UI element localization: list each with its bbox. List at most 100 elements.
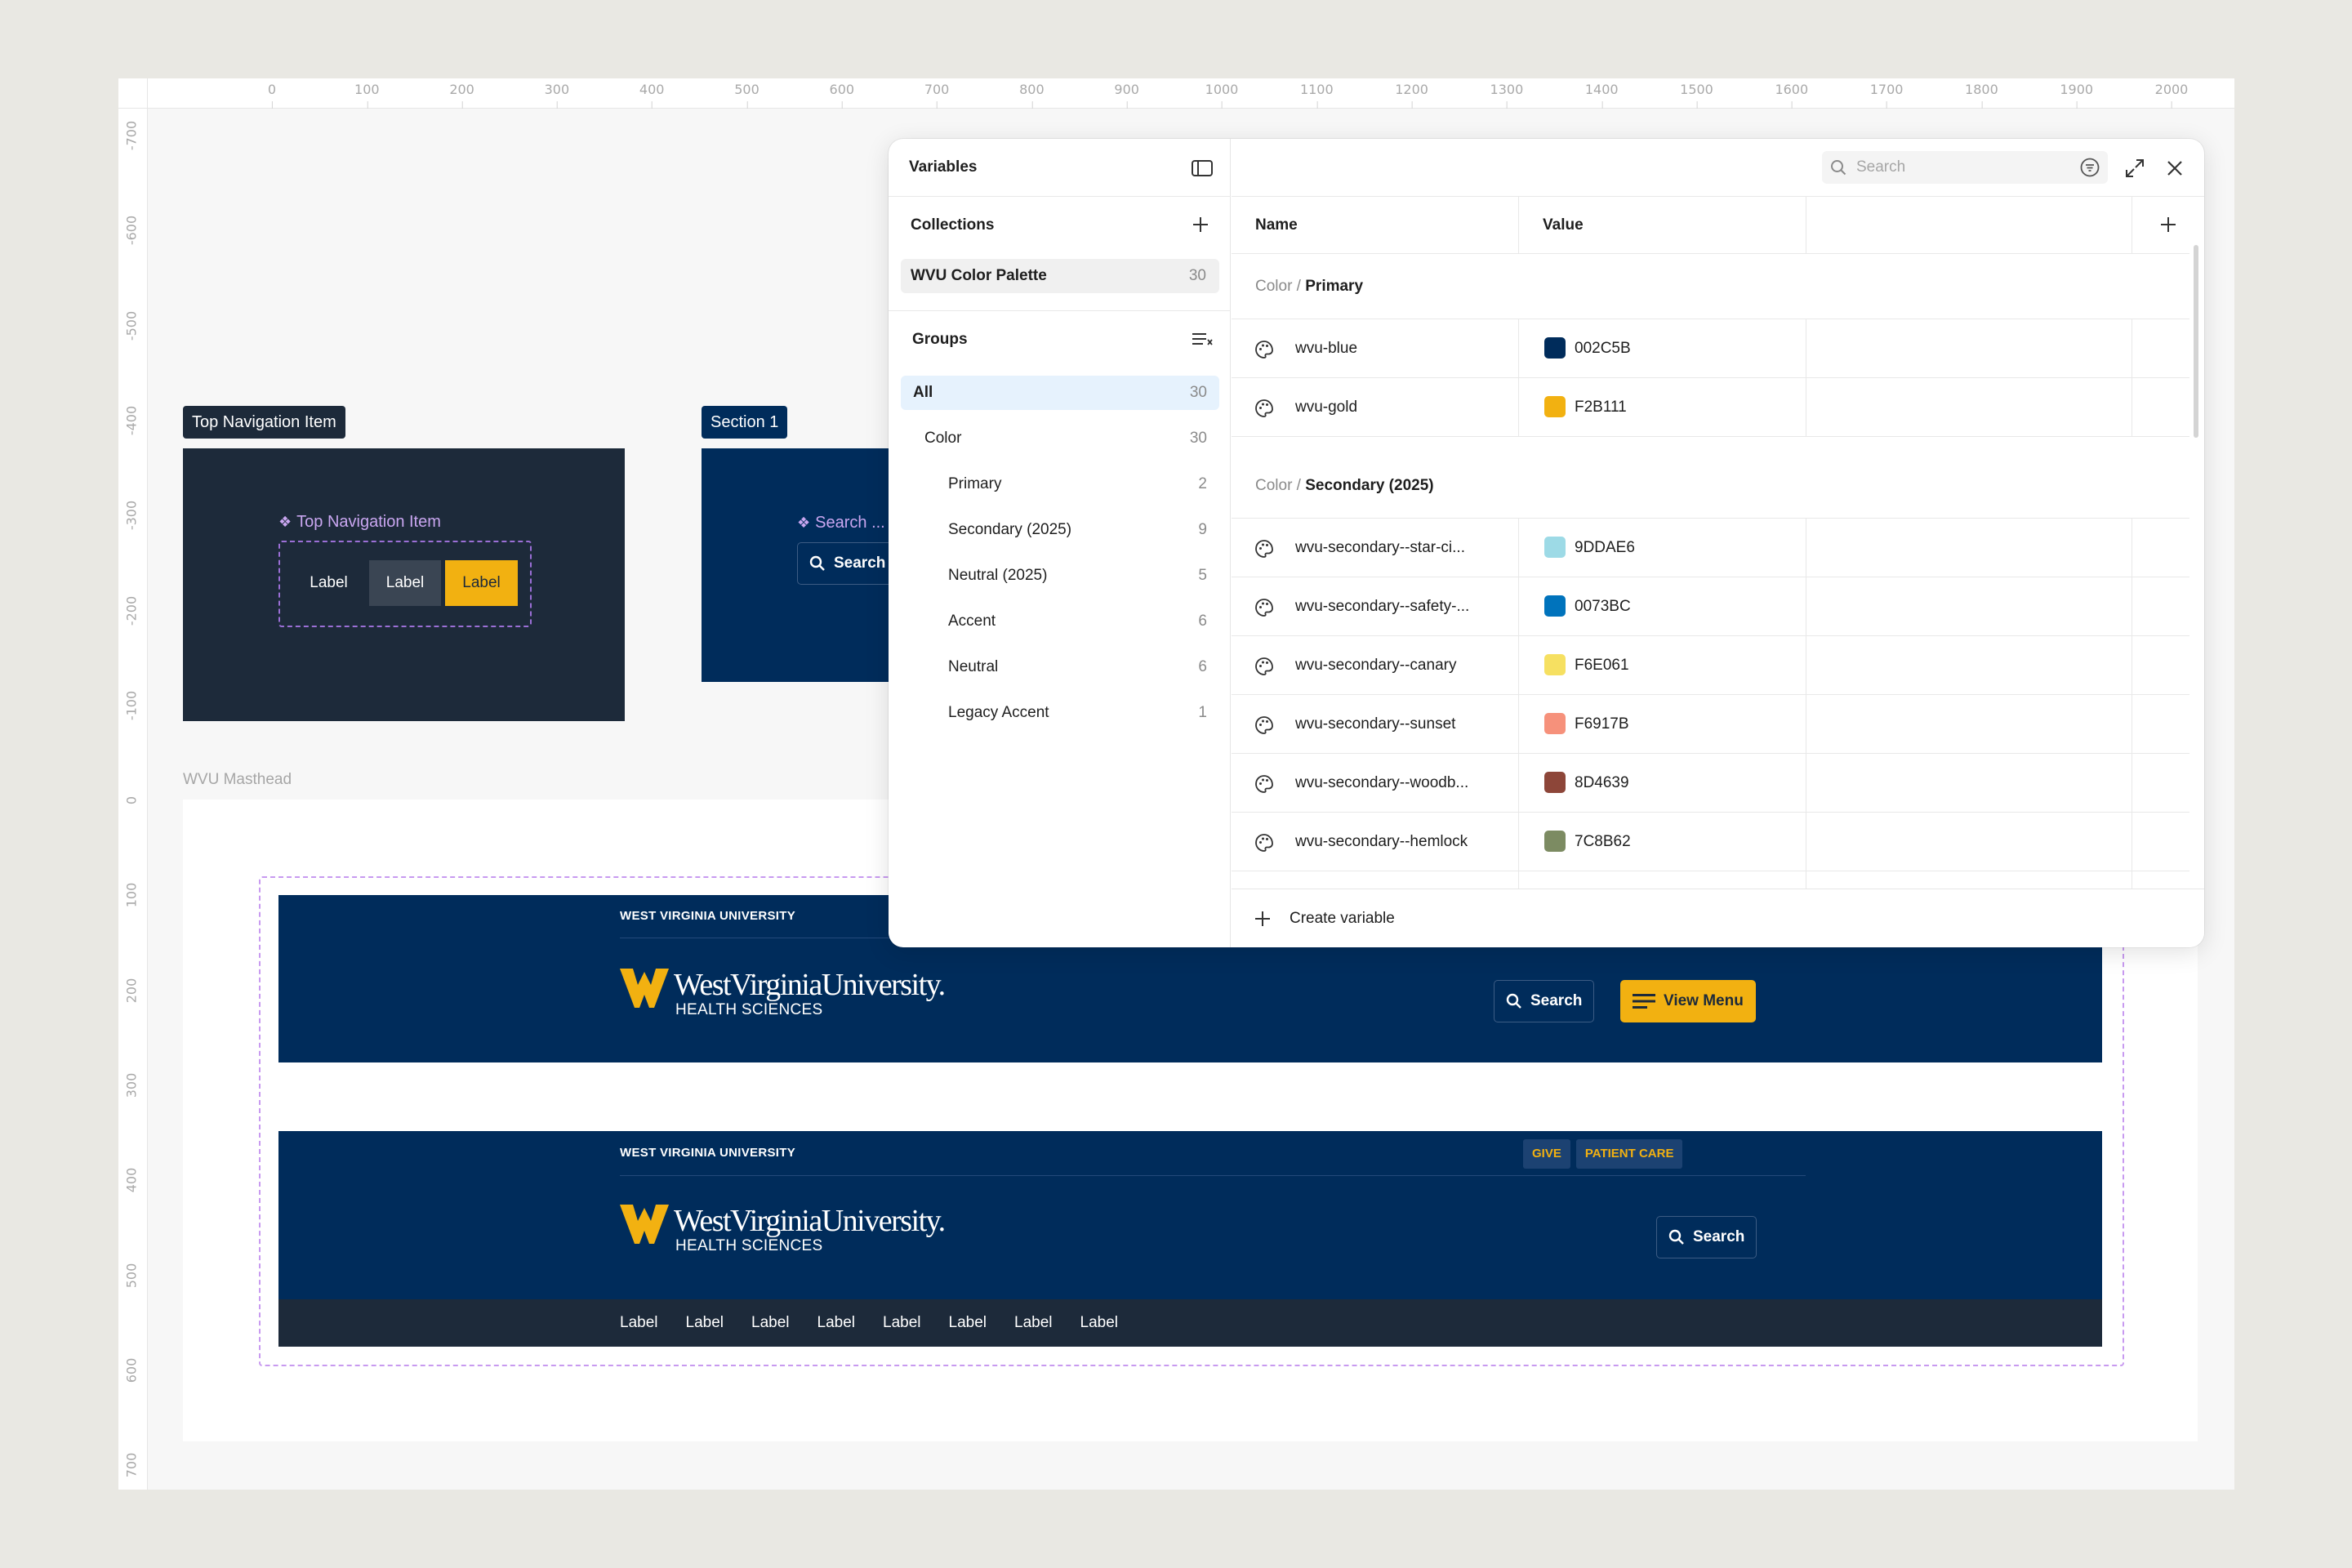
variable-row[interactable]: wvu-secondary--hemlock 7C8B62 (1232, 813, 2204, 871)
ruler-tick-label: 1100 (1300, 78, 1334, 109)
nav-link[interactable]: Label (686, 1314, 724, 1332)
variable-value[interactable]: 002C5B (1575, 319, 1631, 378)
logo-wordmark: WestVirginiaUniversity. (674, 1204, 946, 1238)
patient-care-link[interactable]: PATIENT CARE (1575, 1139, 1683, 1169)
create-variable-button[interactable]: Create variable (1254, 889, 1395, 947)
wvu-logo[interactable]: WestVirginiaUniversity. HEALTH SCIENCES (620, 967, 946, 1019)
ruler-tick-label: 700 (924, 78, 949, 109)
close-icon[interactable] (2166, 159, 2184, 177)
search-icon (809, 555, 825, 571)
color-swatch[interactable] (1544, 831, 1566, 852)
flying-wv-logo-icon (620, 1205, 669, 1244)
color-swatch[interactable] (1544, 396, 1566, 417)
frame-label-wvu-masthead[interactable]: WVU Masthead (183, 771, 292, 789)
color-swatch[interactable] (1544, 337, 1566, 359)
nav-link[interactable]: Label (751, 1314, 790, 1332)
ruler-tick-label: 1800 (1965, 78, 1998, 109)
variable-row[interactable]: wvu-secondary--sunset F6917B (1232, 695, 2204, 754)
color-swatch[interactable] (1544, 772, 1566, 793)
color-swatch[interactable] (1544, 595, 1566, 617)
color-palette-icon (1255, 834, 1273, 852)
divider (1232, 753, 2189, 754)
color-palette-icon (1255, 341, 1273, 359)
color-palette-icon (1255, 599, 1273, 617)
wvu-logo[interactable]: WestVirginiaUniversity. HEALTH SCIENCES (620, 1203, 946, 1255)
column-header-name[interactable]: Name (1255, 216, 1298, 234)
color-swatch[interactable] (1544, 713, 1566, 734)
variable-row[interactable]: wvu-secondary--woodb... 8D4639 (1232, 754, 2204, 813)
variable-name: wvu-blue (1295, 340, 1358, 357)
divider (889, 196, 1231, 197)
ruler-tick-label: 200 (449, 78, 474, 109)
divider (1232, 253, 2189, 254)
sort-groups-icon[interactable] (1192, 332, 1213, 348)
frame-top-navigation-item[interactable]: ❖ Top Navigation Item Label Label Label (183, 448, 625, 721)
nav-link[interactable]: Label (1080, 1314, 1119, 1332)
variable-value[interactable]: 9DDAE6 (1575, 519, 1635, 577)
divider (889, 310, 1231, 311)
expand-icon[interactable] (2125, 158, 2145, 178)
nav-button-3[interactable]: Label (445, 560, 518, 606)
variable-row[interactable]: wvu-secondary--safety-... 0073BC (1232, 577, 2204, 636)
variable-row[interactable]: wvu-secondary--canary F6E061 (1232, 636, 2204, 695)
add-collection-icon[interactable] (1192, 216, 1209, 234)
ruler-tick-label: 1200 (1395, 78, 1428, 109)
view-menu-button[interactable]: View Menu (1620, 980, 1756, 1022)
nav-link[interactable]: Label (1014, 1314, 1053, 1332)
variable-name: wvu-gold (1295, 399, 1358, 416)
variable-value[interactable]: 8D4639 (1575, 754, 1629, 813)
nav-button-2[interactable]: Label (368, 560, 442, 606)
collection-item[interactable]: WVU Color Palette 30 (901, 259, 1219, 293)
variable-value[interactable]: 7C8B62 (1575, 813, 1631, 871)
groups-title: Groups (912, 331, 968, 348)
masthead-search-button[interactable]: Search (1494, 980, 1595, 1022)
filter-icon[interactable] (2080, 158, 2100, 177)
variable-value[interactable]: F2B111 (1575, 378, 1627, 437)
column-header-value[interactable]: Value (1543, 216, 1584, 234)
variable-name: wvu-secondary--canary (1295, 657, 1457, 674)
color-swatch[interactable] (1544, 654, 1566, 675)
frame-tag-top-navigation-item[interactable]: Top Navigation Item (183, 406, 345, 439)
group-primary[interactable]: Primary 2 (901, 467, 1219, 501)
variable-row[interactable]: wvu-blue 002C5B (1232, 319, 2204, 378)
nav-button-1[interactable]: Label (292, 560, 365, 606)
panel-footer: Create variable (1232, 889, 2204, 947)
variable-row[interactable]: wvu-gold F2B111 (1232, 378, 2204, 437)
masthead-search-button[interactable]: Search (1656, 1216, 1757, 1258)
logo-subtitle: HEALTH SCIENCES (675, 1001, 823, 1018)
nav-link[interactable]: Label (620, 1314, 658, 1332)
divider (620, 1175, 1806, 1176)
component-icon: ❖ (278, 514, 292, 530)
add-icon (1255, 911, 1270, 926)
add-mode-icon[interactable] (2159, 216, 2177, 234)
variables-search[interactable]: Search (1822, 151, 2108, 184)
frame-tag-section-1[interactable]: Section 1 (702, 406, 788, 439)
variable-value[interactable]: F6E061 (1575, 636, 1629, 695)
nav-link[interactable]: Label (883, 1314, 921, 1332)
variables-panel: Variables Collections WVU Color Palette … (889, 139, 2204, 947)
color-swatch[interactable] (1544, 537, 1566, 558)
color-palette-icon (1255, 399, 1273, 417)
ruler-tick-label: 1500 (1680, 78, 1713, 109)
nav-link[interactable]: Label (817, 1314, 856, 1332)
divider (1232, 694, 2189, 695)
variable-value[interactable]: F6917B (1575, 695, 1629, 754)
divider (1232, 812, 2189, 813)
give-link[interactable]: GIVE (1523, 1139, 1570, 1169)
group-all[interactable]: All 30 (901, 376, 1219, 410)
menu-icon (1633, 994, 1655, 1009)
group-color[interactable]: Color 30 (901, 421, 1219, 456)
color-palette-icon (1255, 540, 1273, 558)
toggle-sidebar-icon[interactable] (1192, 160, 1213, 176)
ruler-left: -700 -600 -500 -400 -300 -200 -100 0 100 200 300 40… (118, 109, 148, 1490)
frame-section-1[interactable]: ❖ Search ... Search (702, 448, 911, 682)
logo-subtitle: HEALTH SCIENCES (675, 1237, 823, 1254)
masthead-nav-bar: Label Label Label Label Label Label Labe… (278, 1299, 2102, 1347)
section-heading-primary: Color / Primary (1255, 278, 1364, 295)
variable-name: wvu-secondary--star-ci... (1295, 539, 1465, 556)
ruler-tick-label: 800 (1019, 78, 1045, 109)
scrollbar-thumb[interactable] (2194, 245, 2198, 438)
variable-row[interactable]: wvu-secondary--star-ci... 9DDAE6 (1232, 519, 2204, 577)
nav-link[interactable]: Label (949, 1314, 987, 1332)
variable-value[interactable]: 0073BC (1575, 577, 1631, 636)
